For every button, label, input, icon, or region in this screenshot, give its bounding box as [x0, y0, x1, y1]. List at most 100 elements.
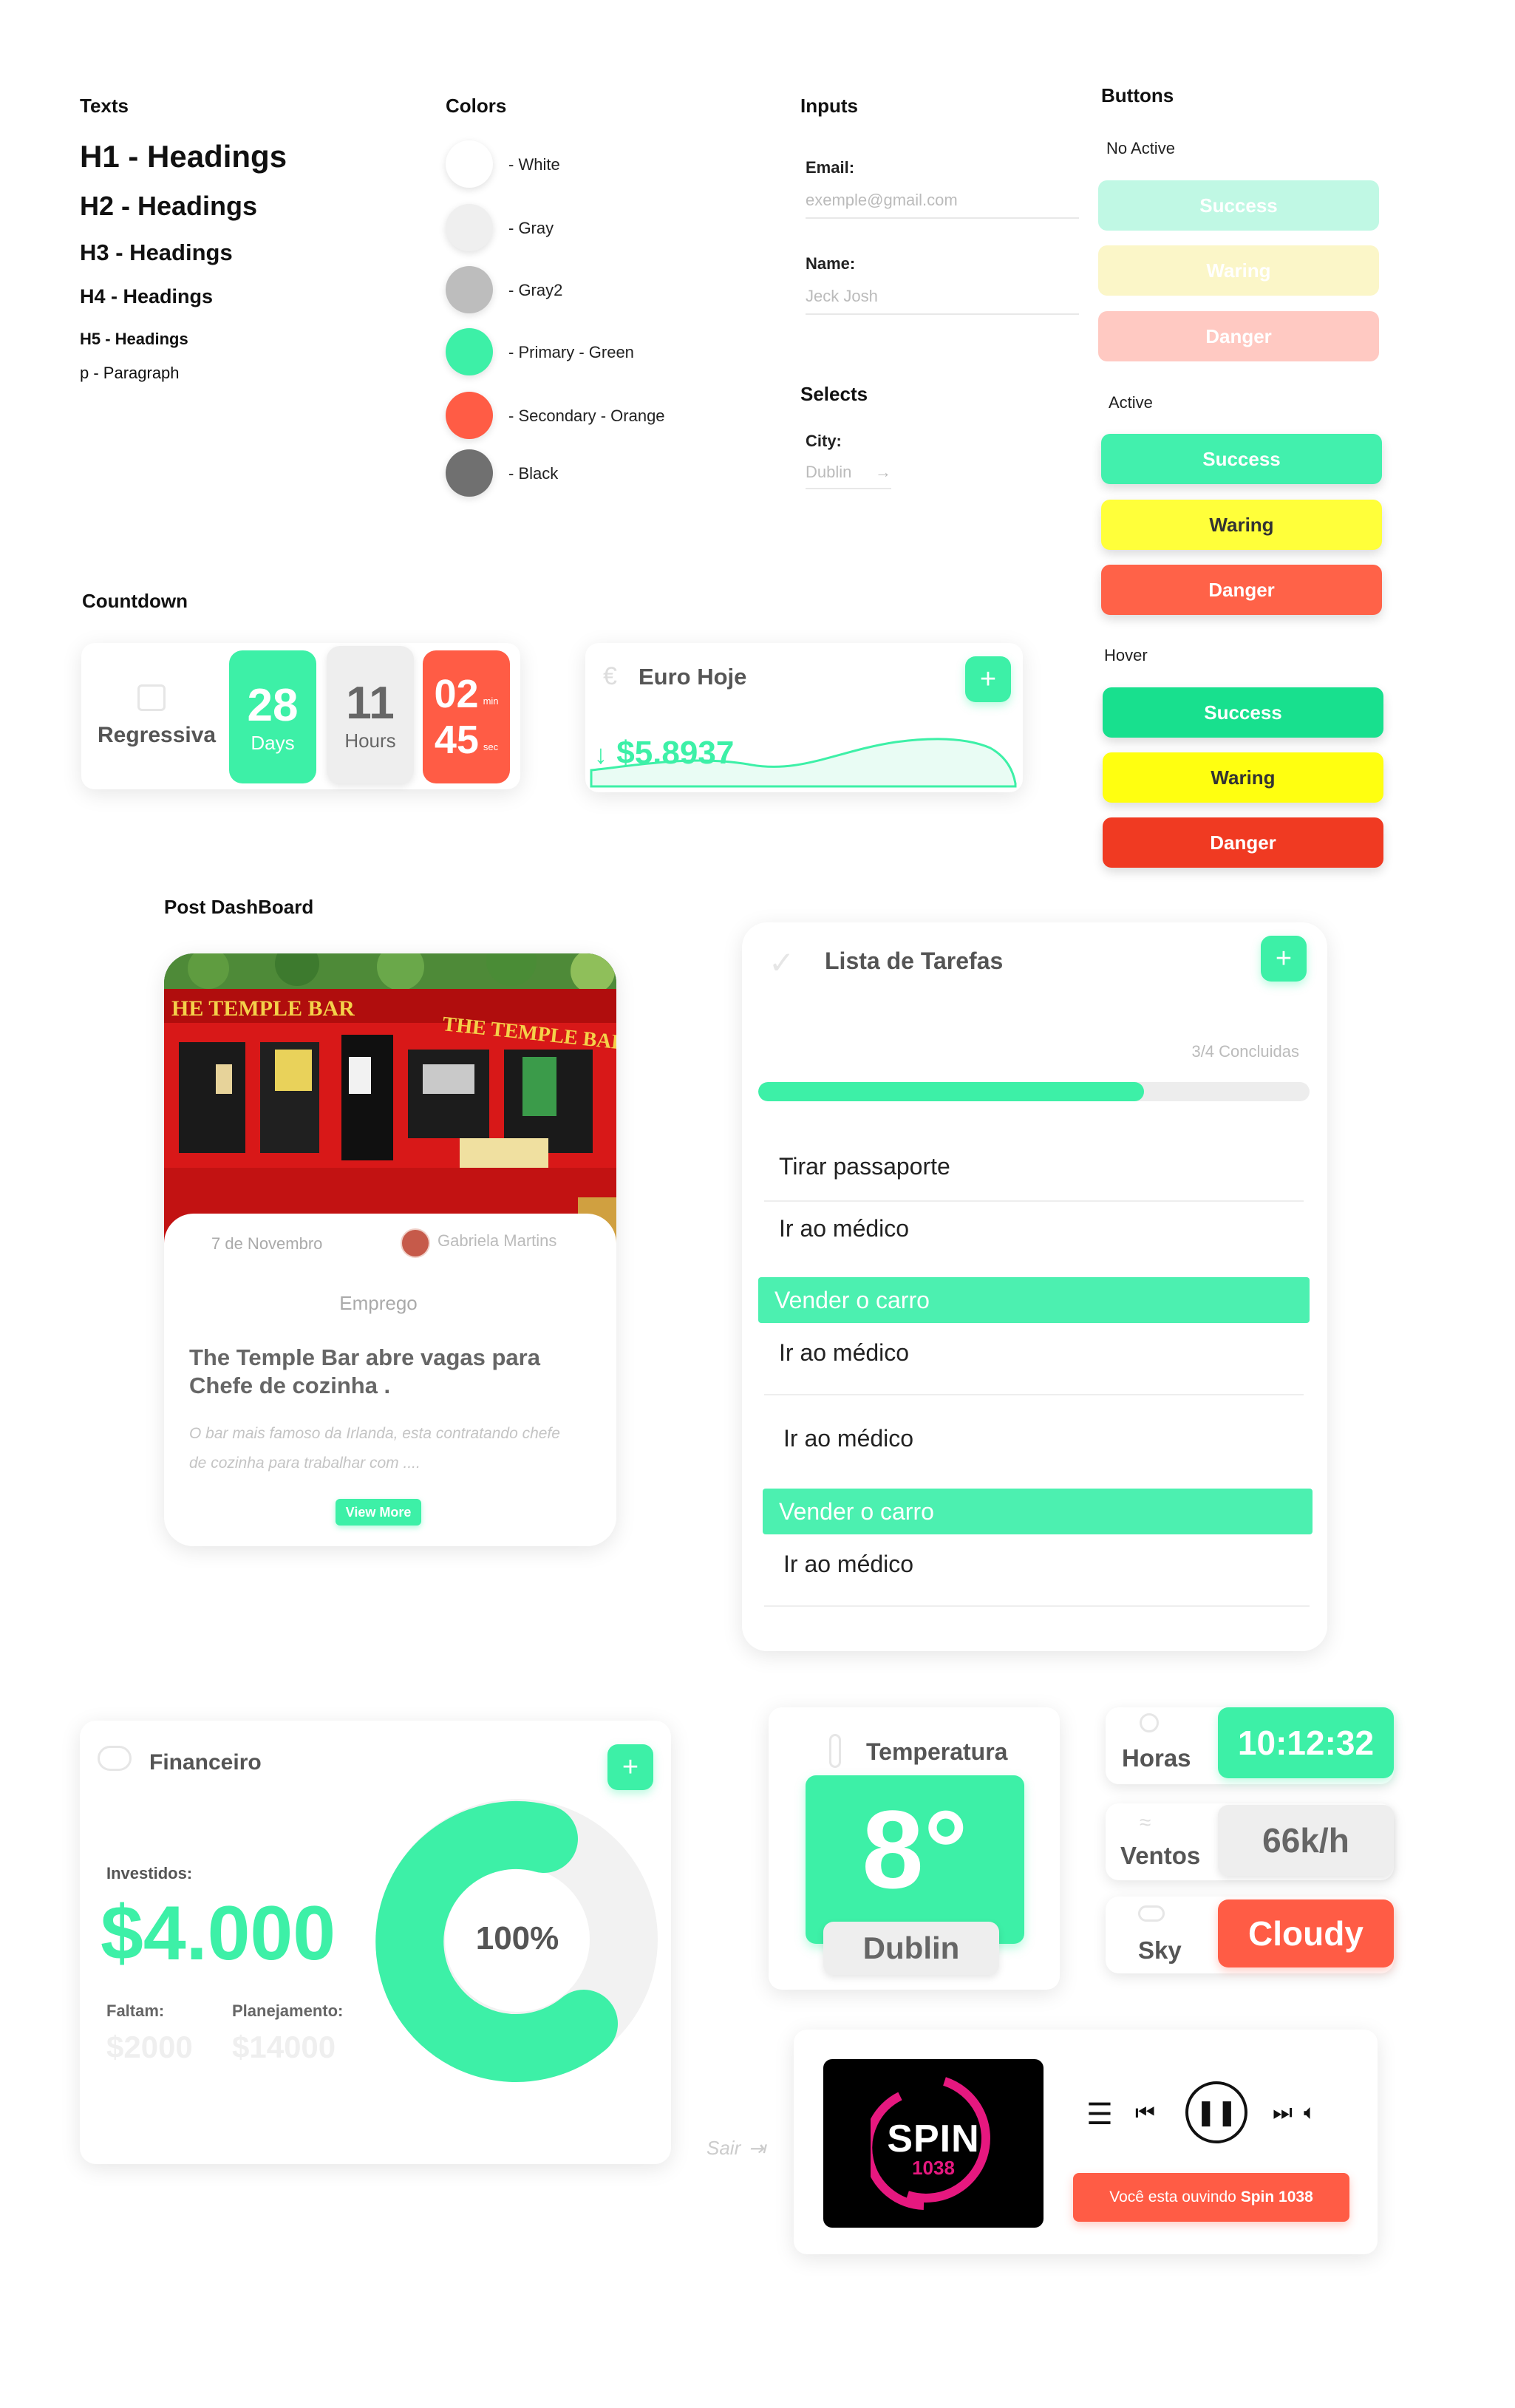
logout-label: Sair: [707, 2137, 741, 2159]
seconds-label: sec: [483, 741, 499, 752]
finance-card: Financeiro + Investidos: $4.000 Faltam: …: [80, 1721, 671, 2164]
color-swatch-label: - Gray: [508, 219, 554, 237]
now-playing-prefix: Você esta ouvindo: [1109, 2188, 1241, 2205]
task-item-highlighted[interactable]: Vender o carro: [758, 1277, 1310, 1323]
color-swatch-label: - Secondary - Orange: [508, 407, 665, 425]
radio-player-card: SPIN 1038 ☰ ⏮ ❚❚ ⏭ 🔈︎ Você esta ouvindo …: [794, 2030, 1378, 2254]
station-logo-name: SPIN: [887, 2118, 980, 2160]
task-divider: [764, 1605, 1310, 1607]
temperature-value: 8°: [862, 1787, 968, 1911]
station-logo-frequency: 1038: [912, 2157, 955, 2179]
city-label: City:: [806, 432, 842, 450]
color-swatch: [446, 204, 493, 251]
tasks-progress-text: 3/4 Concluidas: [1191, 1042, 1299, 1061]
color-swatch-label: - Black: [508, 464, 559, 483]
color-swatch-label: - Primary - Green: [508, 343, 634, 361]
euro-card: € Euro Hoje + ↓ $5.8937: [585, 643, 1023, 792]
menu-icon[interactable]: ☰: [1086, 2098, 1113, 2132]
arrow-down-icon: ↓: [594, 739, 607, 769]
temperature-box: 8°: [806, 1775, 1024, 1944]
task-item[interactable]: Ir ao médico: [779, 1215, 909, 1242]
euro-title: Euro Hoje: [639, 664, 747, 690]
finance-add-button[interactable]: +: [607, 1744, 653, 1790]
danger-button-hover[interactable]: Danger: [1103, 817, 1383, 868]
h5-sample: H5 - Headings: [80, 330, 188, 348]
arrow-right-icon: →: [875, 463, 891, 481]
wind-card: ≈ Ventos 66k/h: [1106, 1803, 1394, 1880]
texts-title: Texts: [80, 95, 129, 117]
warning-button-hover[interactable]: Waring: [1103, 752, 1383, 803]
minutes-label: min: [483, 695, 499, 707]
days-value: 28: [247, 680, 299, 731]
warning-button-inactive[interactable]: Waring: [1098, 245, 1379, 296]
h4-sample: H4 - Headings: [80, 285, 214, 307]
invested-label: Investidos:: [106, 1864, 193, 1882]
task-item-highlighted[interactable]: Vender o carro: [763, 1489, 1313, 1534]
days-label: Days: [251, 732, 295, 754]
name-field[interactable]: [806, 287, 1079, 315]
warning-button-active[interactable]: Waring: [1101, 500, 1382, 550]
color-swatch: [446, 392, 493, 439]
countdown-title: Countdown: [82, 590, 188, 612]
danger-button-inactive[interactable]: Danger: [1098, 311, 1379, 361]
tasks-title: Lista de Tarefas: [825, 948, 1004, 974]
task-item[interactable]: Ir ao médico: [783, 1425, 913, 1452]
sky-card: Sky Cloudy: [1106, 1897, 1394, 1973]
logout-icon: ⇥: [748, 2137, 766, 2160]
color-swatch: [446, 449, 493, 497]
success-button-active[interactable]: Success: [1101, 434, 1382, 484]
email-field[interactable]: [806, 191, 1079, 219]
hours-label: Hours: [344, 729, 396, 752]
cloud-icon: [1138, 1905, 1165, 1922]
email-label: Email:: [806, 158, 855, 177]
logout-link[interactable]: Sair ⇥: [707, 2136, 766, 2160]
inputs-title: Inputs: [800, 95, 858, 117]
volume-icon[interactable]: 🔈︎: [1304, 2101, 1316, 2125]
pause-icon[interactable]: ❚❚: [1185, 2081, 1247, 2143]
hours-card: Horas 10:12:32: [1106, 1707, 1394, 1784]
author-avatar: [401, 1228, 430, 1258]
sky-title: Sky: [1138, 1936, 1182, 1964]
hours-title: Horas: [1122, 1744, 1191, 1772]
hours-box: 11 Hours: [327, 646, 414, 783]
success-button-hover[interactable]: Success: [1103, 687, 1383, 738]
tasks-card: ✓ Lista de Tarefas + 3/4 Concluidas Tira…: [742, 922, 1327, 1651]
task-item[interactable]: Ir ao médico: [783, 1551, 913, 1578]
station-logo: SPIN 1038: [823, 2059, 1044, 2228]
post-date: 7 de Novembro: [211, 1234, 323, 1253]
clock-icon: [1140, 1713, 1159, 1732]
sign-left-text: HE TEMPLE BAR: [171, 996, 355, 1021]
temperature-city: Dublin: [823, 1922, 999, 1975]
post-excerpt: O bar mais famoso da Irlanda, esta contr…: [189, 1425, 560, 1472]
days-box: 28 Days: [229, 650, 316, 783]
name-label: Name:: [806, 254, 856, 273]
city-select-value: Dublin: [806, 463, 852, 481]
hours-value: 11: [346, 678, 395, 729]
wind-title: Ventos: [1120, 1842, 1201, 1869]
view-more-button[interactable]: View More: [336, 1499, 421, 1526]
danger-button-active[interactable]: Danger: [1101, 565, 1382, 615]
previous-icon[interactable]: ⏮: [1135, 2101, 1155, 2126]
minsec-box: 02 min 45 sec: [423, 650, 510, 783]
tasks-progress-bar: [758, 1082, 1310, 1101]
h1-sample: H1 - Headings: [80, 139, 287, 174]
buttons-title: Buttons: [1101, 84, 1174, 106]
h3-sample: H3 - Headings: [80, 239, 233, 265]
remaining-value: $2000: [106, 2030, 193, 2064]
now-playing-station: Spin 1038: [1240, 2188, 1313, 2205]
color-swatch-label: - Gray2: [508, 281, 563, 299]
city-select[interactable]: Dublin →: [806, 463, 891, 489]
no-active-label: No Active: [1106, 139, 1175, 157]
planned-label: Planejamento:: [232, 2001, 344, 2020]
post-section-title: Post DashBoard: [164, 896, 314, 918]
task-item[interactable]: Tirar passaporte: [779, 1153, 950, 1180]
tasks-add-button[interactable]: +: [1261, 936, 1307, 982]
active-label: Active: [1109, 393, 1153, 412]
thermometer-icon: [829, 1734, 841, 1768]
next-icon[interactable]: ⏭: [1273, 2101, 1293, 2126]
calendar-icon: [137, 684, 166, 711]
success-button-inactive[interactable]: Success: [1098, 180, 1379, 231]
check-icon: ✓: [769, 945, 795, 980]
task-item[interactable]: Ir ao médico: [779, 1339, 909, 1367]
post-card: HE TEMPLE BAR THE TEMPLE BAR 7 de Novemb…: [164, 953, 616, 1546]
